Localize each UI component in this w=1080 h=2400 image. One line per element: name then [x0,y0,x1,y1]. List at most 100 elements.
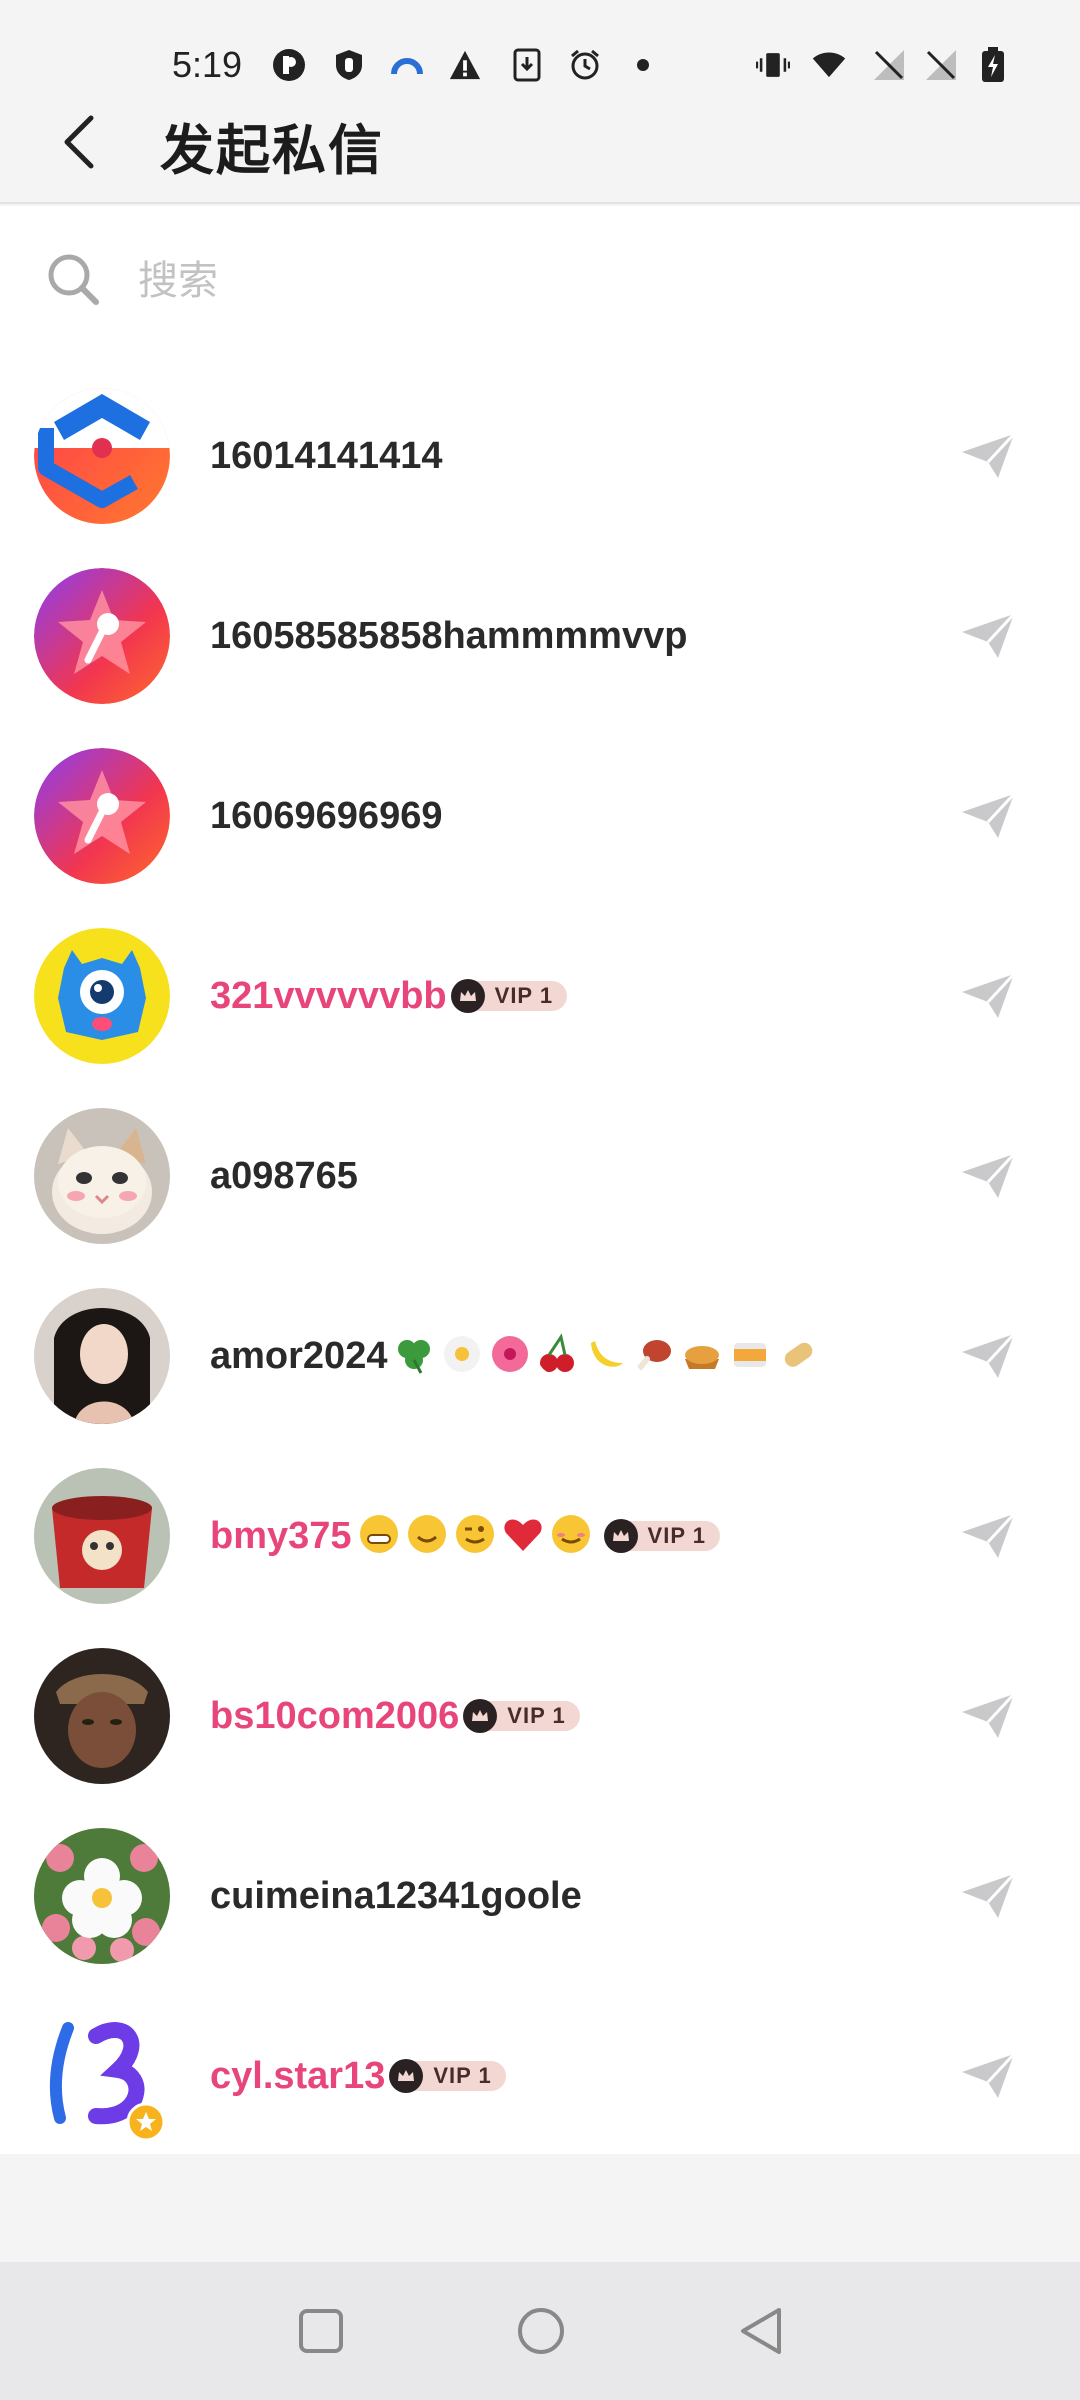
contact-row[interactable]: 16069696969 [0,726,1080,906]
paper-plane-icon [962,1872,1016,1918]
emoji-banana-icon [579,1333,627,1380]
send-message-button[interactable] [956,786,1020,846]
wifi-icon [812,48,846,82]
crown-icon [463,1699,498,1733]
send-message-button[interactable] [956,606,1020,666]
emoji-blush-icon [544,1513,592,1560]
send-message-button[interactable] [956,1866,1020,1926]
status-bar: 5:19 [0,0,1080,85]
contact-row[interactable]: 16014141414 [0,366,1080,546]
paper-plane-icon [962,1332,1016,1378]
emoji-wink-icon [448,1513,496,1560]
warning-icon [448,48,482,82]
alarm-icon [568,48,602,82]
crown-icon [389,2059,424,2093]
send-message-button[interactable] [956,966,1020,1026]
contact-row[interactable]: 16058585858hammmmvvp [0,546,1080,726]
avatar [34,1648,170,1784]
contact-name: 321vvvvvvbb [210,974,447,1017]
square-icon [299,2309,343,2353]
avatar [34,1288,170,1424]
name-wrap: a098765 [210,1142,358,1210]
search-bar [0,206,1080,352]
vip-badge: VIP 1 [389,2059,506,2093]
circle-icon [518,2308,564,2354]
status-time: 5:19 [172,44,243,85]
contact-name: cuimeina12341goole [210,1874,582,1917]
vip-badge: VIP 1 [603,1519,720,1553]
crown-icon [603,1519,638,1553]
paper-plane-icon [962,972,1016,1018]
name-wrap: cuimeina12341goole [210,1862,582,1930]
no-signal-icon-2 [924,48,958,82]
contact-name: 16069696969 [210,794,443,837]
paper-plane-icon [962,2052,1016,2098]
vip-badge: VIP 1 [463,1699,580,1733]
vip-badge: VIP 1 [450,979,568,1013]
home-button[interactable] [506,2296,576,2366]
crown-icon [450,979,485,1013]
contact-row[interactable]: a098765 [0,1086,1080,1266]
vip-badge-label: VIP 1 [433,2063,492,2088]
emoji-grin-icon [352,1513,400,1560]
send-message-button[interactable] [956,2046,1020,2106]
avatar [34,2008,170,2144]
vip-badge-label: VIP 1 [494,983,554,1008]
send-message-button[interactable] [956,1506,1020,1566]
avatar [34,388,170,524]
send-message-button[interactable] [956,1326,1020,1386]
vip-badge-label: VIP 1 [507,1703,566,1728]
paper-plane-icon [962,1692,1016,1738]
contact-row[interactable]: cuimeina12341goole [0,1806,1080,1986]
emoji-canned-food-icon [723,1333,771,1380]
name-wrap: amor2024 [210,1322,819,1390]
send-message-button[interactable] [956,1146,1020,1206]
no-signal-icon [872,48,906,82]
emoji-shamrock-icon [387,1333,435,1380]
paper-plane-icon [962,1152,1016,1198]
paper-plane-icon [962,432,1016,478]
contact-name: bmy375 [210,1514,352,1557]
content-area: 16014141414 1605 [0,206,1080,2154]
paper-plane-icon [962,612,1016,658]
contact-name: bs10com2006 [210,1694,460,1737]
contact-row[interactable]: cyl.star13 VIP 1 [0,1986,1080,2166]
emoji-hibiscus-icon [483,1333,531,1380]
emoji-cherries-icon [531,1332,579,1380]
chevron-left-icon [61,114,97,175]
name-wrap: 16058585858hammmmvvp [210,602,687,670]
header: 发起私信 [0,84,1080,204]
send-message-button[interactable] [956,1686,1020,1746]
contact-name: amor2024 [210,1334,388,1377]
name-wrap: bmy375 VIP 1 [210,1502,720,1570]
contact-row[interactable]: bmy375 VIP 1 [0,1446,1080,1626]
back-button[interactable] [44,104,114,184]
avatar [34,928,170,1064]
send-message-button[interactable] [956,426,1020,486]
avatar [34,568,170,704]
emoji-smile-icon [400,1513,448,1560]
avatar [34,1468,170,1604]
emoji-daisy-icon [435,1333,483,1380]
battery-charging-icon [976,47,1010,82]
contact-row[interactable]: 321vvvvvvbb VIP 1 [0,906,1080,1086]
contact-name: cyl.star13 [210,2054,386,2097]
name-wrap: bs10com2006 VIP 1 [210,1682,580,1750]
name-wrap: 16014141414 [210,422,442,490]
emoji-burrito-icon [771,1333,819,1380]
recents-button[interactable] [286,2296,356,2366]
contact-name: 16058585858hammmmvvp [210,614,688,657]
vibrate-icon [756,48,790,82]
back-nav-button[interactable] [726,2296,796,2366]
emoji-heart-icon [496,1513,544,1560]
emoji-pie-icon [675,1333,723,1380]
contact-name: 16014141414 [210,434,443,477]
name-wrap: 321vvvvvvbb VIP 1 [210,962,568,1030]
screen: 5:19 发起私信 搜索 16014141414 16058585858hamm… [0,0,1080,2400]
name-wrap: cyl.star13 VIP 1 [210,2042,506,2110]
page-title: 发起私信 [160,119,384,182]
contact-row[interactable]: amor2024 [0,1266,1080,1446]
search-input[interactable] [138,246,958,316]
contact-row[interactable]: bs10com2006 VIP 1 [0,1626,1080,1806]
avatar [34,748,170,884]
